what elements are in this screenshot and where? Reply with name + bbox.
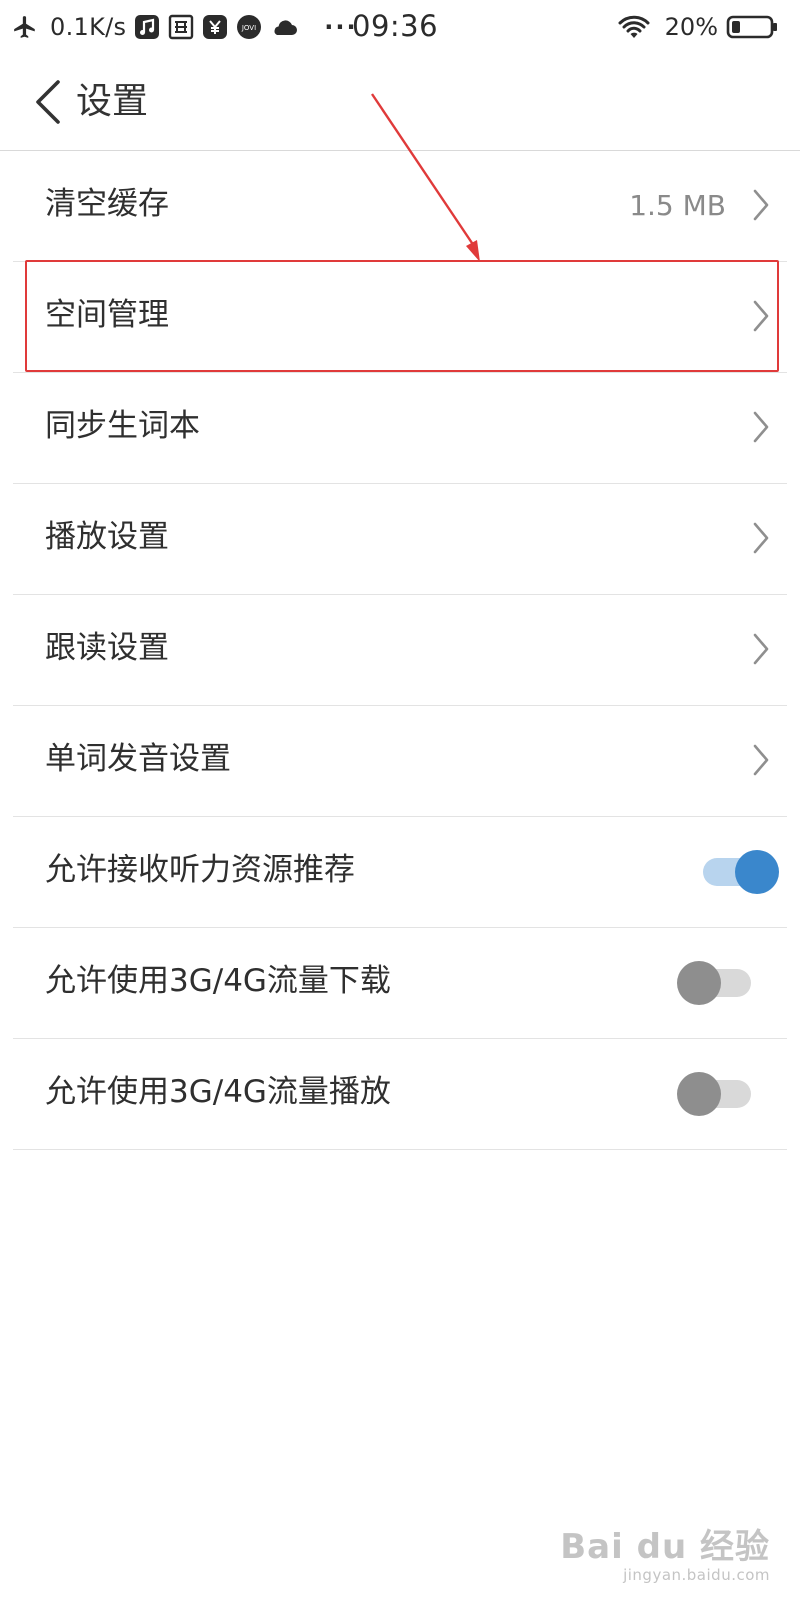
page-title: 设置 [76,81,149,122]
setting-mobile-data-download: 允许使用3G/4G流量下载 [13,928,787,1039]
setting-space-management[interactable]: 空间管理 [13,260,787,373]
setting-label: 跟读设置 [45,630,169,666]
header-bar: 设置 [0,54,800,151]
setting-label: 单词发音设置 [45,741,231,777]
news-icon [168,14,194,40]
status-bar: 0.1K/s JOVI ··· 09:36 20% [0,0,800,54]
setting-label: 清空缓存 [45,186,169,222]
status-bar-left: 0.1K/s JOVI ··· [12,10,358,44]
mobile-data-playback-toggle[interactable] [677,1070,757,1118]
setting-listening-recommendations: 允许接收听力资源推荐 [13,817,787,928]
network-speed: 0.1K/s [50,13,127,41]
setting-label: 同步生词本 [45,408,200,444]
baidu-jingyan-watermark: Bai du 经验 jingyan.baidu.com [560,1528,770,1584]
setting-mobile-data-playback: 允许使用3G/4G流量播放 [13,1039,787,1150]
watermark-url: jingyan.baidu.com [623,1566,770,1584]
settings-list: 清空缓存 1.5 MB 空间管理 同步生词本 播放设置 跟读设置 单词发音设置 … [13,151,787,1150]
wallet-icon [202,14,228,40]
chevron-right-icon [753,633,769,665]
music-icon [134,14,160,40]
watermark-logo: Bai du 经验 [560,1527,770,1567]
chevron-right-icon [753,744,769,776]
wifi-icon [617,14,651,40]
setting-label: 允许使用3G/4G流量播放 [45,1074,391,1110]
setting-label: 播放设置 [45,519,169,555]
toggle-thumb [735,850,779,894]
setting-sync-vocabulary[interactable]: 同步生词本 [13,373,787,484]
status-time: 09:36 [352,9,439,43]
cache-size-value: 1.5 MB [629,189,726,222]
svg-text:JOVI: JOVI [241,24,256,32]
back-button[interactable] [32,78,68,126]
setting-label: 空间管理 [45,297,169,333]
chevron-right-icon [753,189,769,221]
status-bar-right: 20% [617,10,786,44]
setting-word-pronunciation[interactable]: 单词发音设置 [13,706,787,817]
chevron-right-icon [753,300,769,332]
chevron-right-icon [753,411,769,443]
jovi-icon: JOVI [236,14,262,40]
weather-icon [270,14,298,40]
setting-clear-cache[interactable]: 清空缓存 1.5 MB [13,151,787,262]
chevron-left-icon [36,80,60,124]
battery-percentage: 20% [664,13,718,41]
setting-label: 允许接收听力资源推荐 [45,852,355,888]
setting-follow-reading[interactable]: 跟读设置 [13,595,787,706]
listening-recommendations-toggle[interactable] [699,848,779,896]
setting-label: 允许使用3G/4G流量下载 [45,963,391,999]
toggle-thumb [677,961,721,1005]
toggle-thumb [677,1072,721,1116]
setting-playback[interactable]: 播放设置 [13,484,787,595]
mobile-data-download-toggle[interactable] [677,959,757,1007]
chevron-right-icon [753,522,769,554]
battery-icon [726,14,778,40]
airplane-icon [12,14,38,40]
